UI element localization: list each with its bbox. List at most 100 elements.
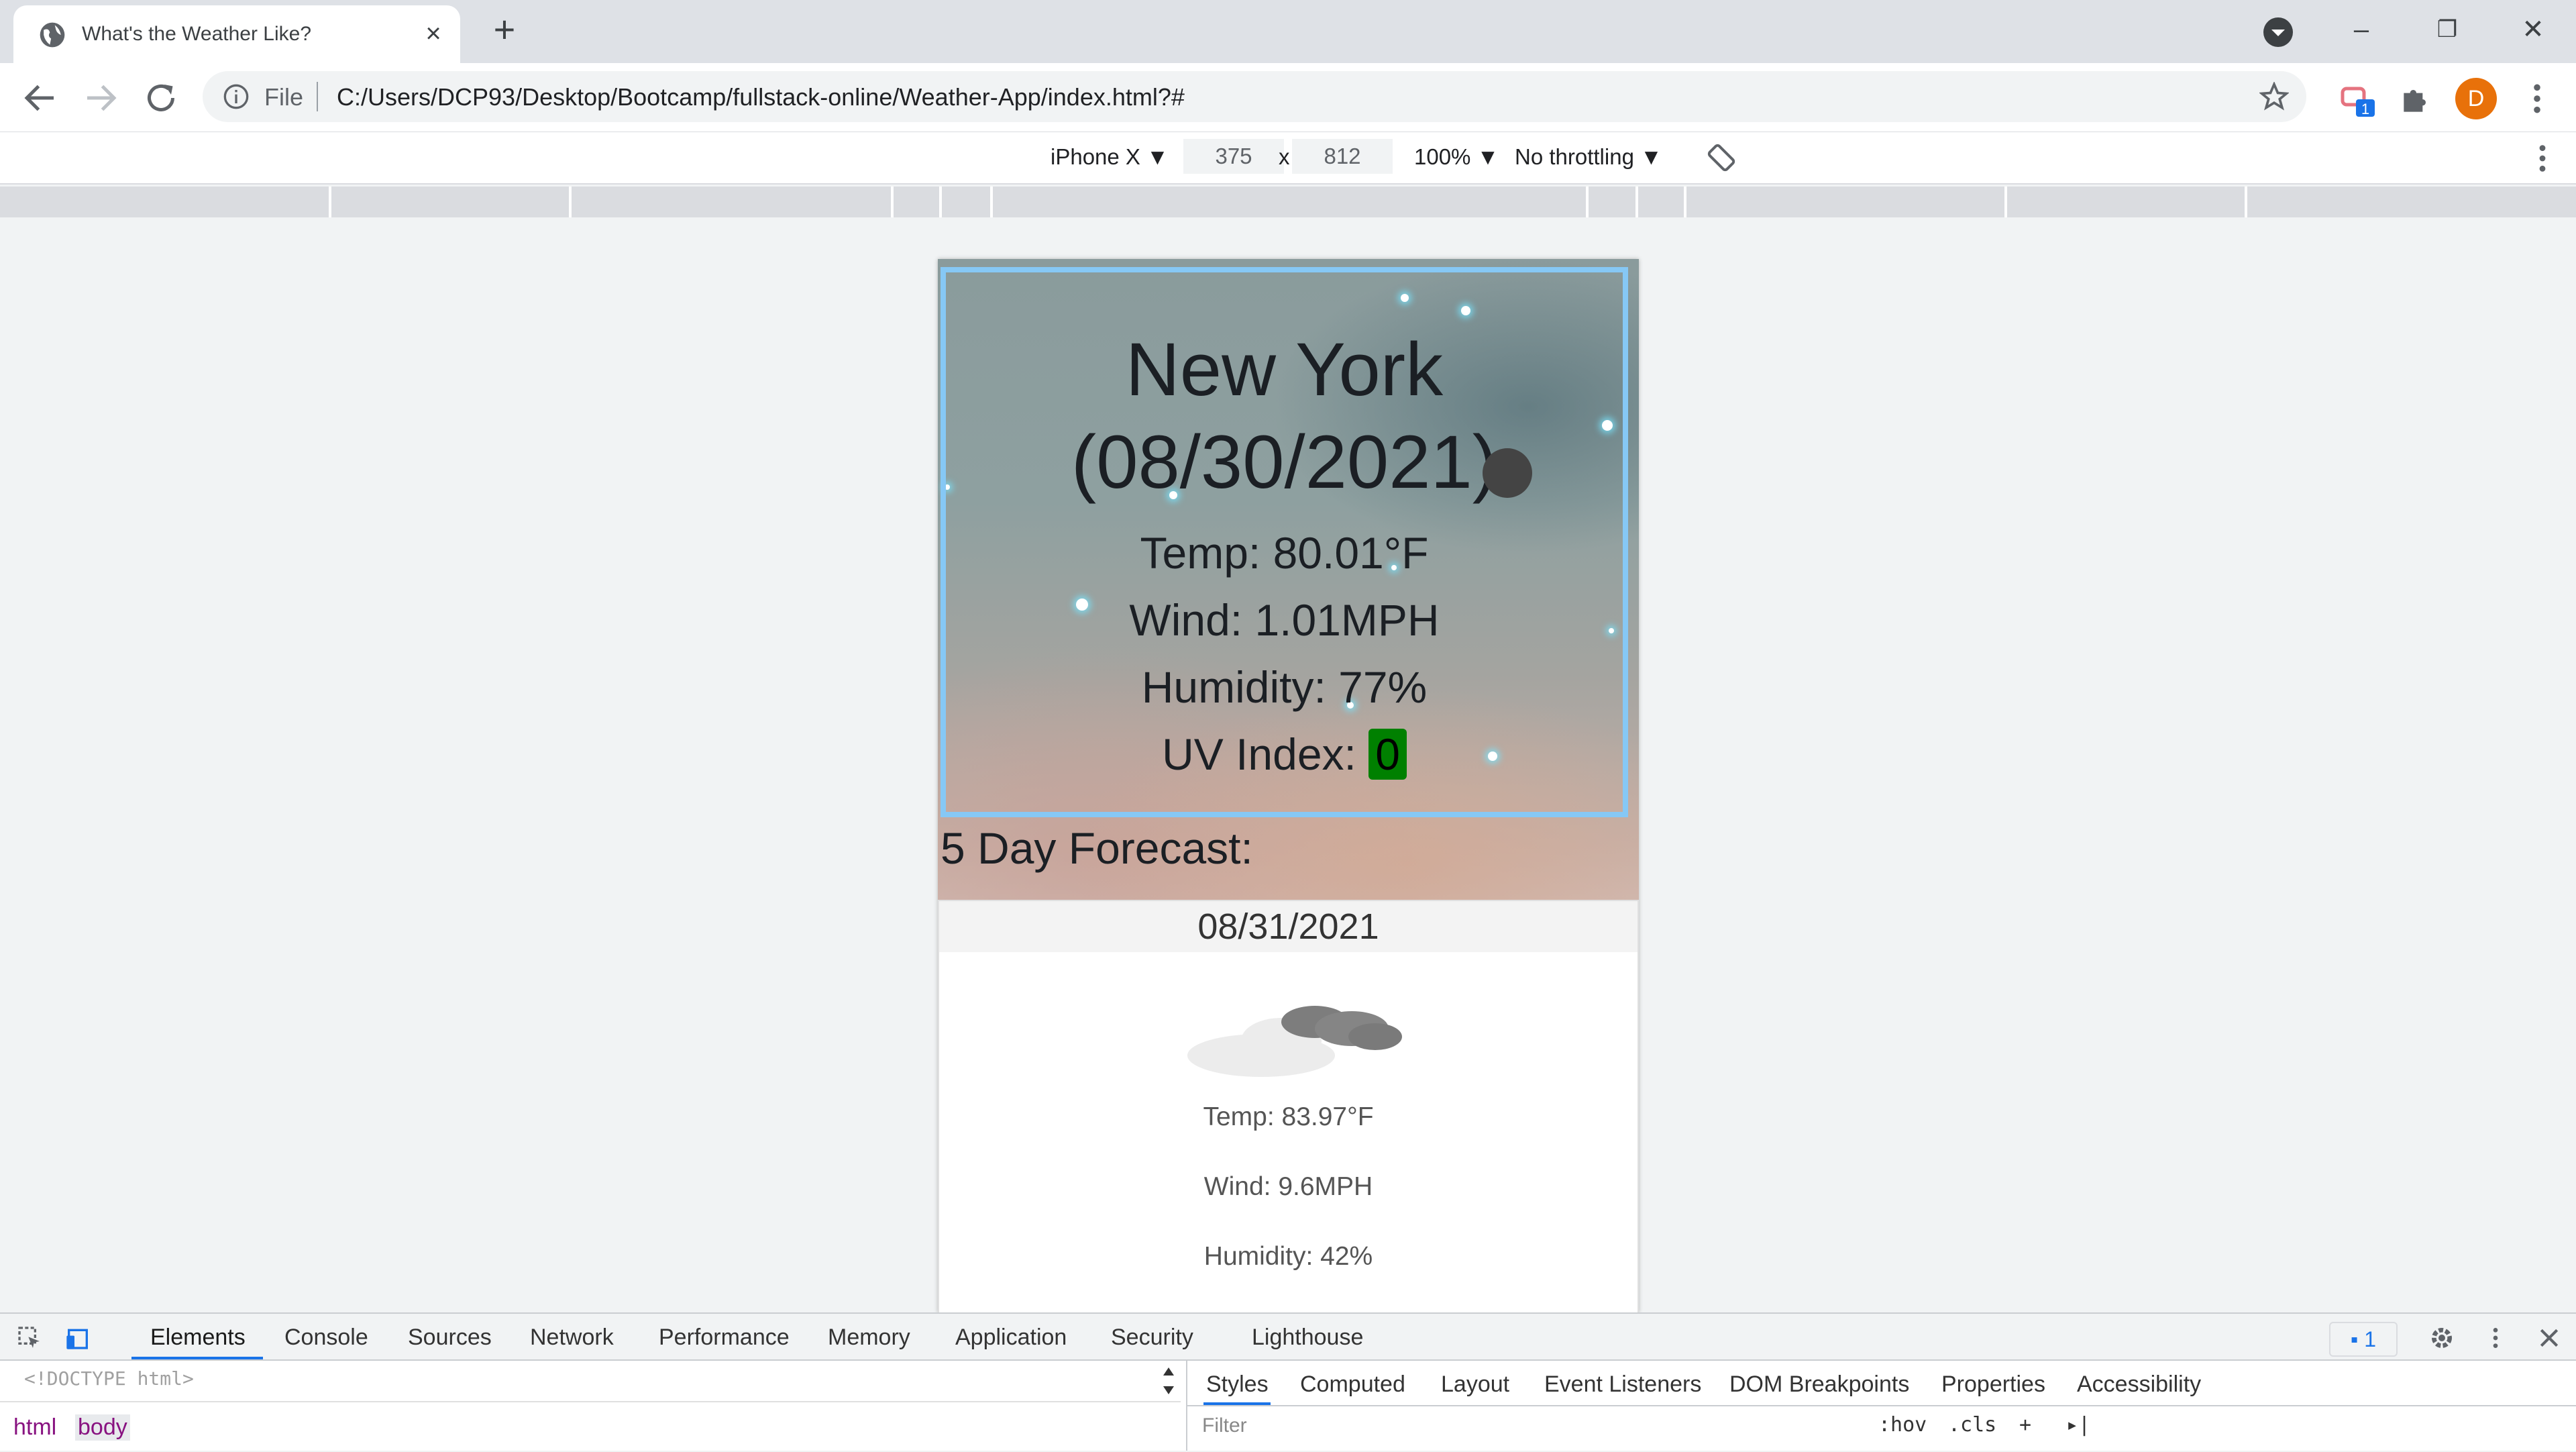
devtools-tab-console[interactable]: Console [284, 1325, 368, 1351]
toggle-sidebar-icon[interactable]: ▸| [2066, 1413, 2090, 1437]
uv-index-row: UV Index: 0 [946, 729, 1623, 780]
breadcrumb: html body [0, 1401, 1181, 1452]
settings-gear-icon[interactable] [2428, 1325, 2455, 1351]
subtab-styles[interactable]: Styles [1206, 1371, 1269, 1398]
dimension-separator: x [1279, 144, 1290, 169]
divider [317, 82, 318, 111]
city-name: New York [1125, 327, 1444, 411]
minimize-icon[interactable]: – [2334, 9, 2388, 50]
subtab-event-listeners[interactable]: Event Listeners [1544, 1371, 1701, 1398]
cls-toggle[interactable]: .cls [1948, 1413, 1996, 1437]
close-tab-icon[interactable]: × [419, 19, 448, 48]
forward-icon[interactable] [80, 78, 121, 118]
media-segment [2004, 187, 2007, 217]
uv-index-label: UV Index: [1162, 729, 1369, 779]
forecast-wind: Wind: 9.6MPH [1203, 1172, 1373, 1201]
moon-icon [1483, 448, 1532, 498]
forecast-heading: 5 Day Forecast: [941, 823, 1253, 873]
rotate-icon[interactable] [1705, 142, 1737, 174]
forecast-date: 08/31/2021 [939, 901, 1638, 952]
forecast-humidity: Humidity: 42% [1203, 1242, 1373, 1271]
address-bar[interactable]: File C:/Users/DCP93/Desktop/Bootcamp/ful… [203, 71, 2306, 122]
devtools-tab-network[interactable]: Network [530, 1325, 614, 1351]
close-window-icon[interactable]: ✕ [2506, 9, 2560, 50]
doctype-line[interactable]: <!DOCTYPE html> [24, 1367, 194, 1390]
subtab-computed[interactable]: Computed [1300, 1371, 1405, 1398]
issues-count: 1 [2364, 1327, 2377, 1351]
subtab-accessibility[interactable]: Accessibility [2077, 1371, 2201, 1398]
current-humidity: Humidity: 77% [1141, 662, 1428, 712]
cloud-icon [1187, 1006, 1402, 1077]
uv-index-badge: 0 [1368, 729, 1407, 780]
device-toggle-icon[interactable] [64, 1325, 91, 1351]
styles-tab-bar: Styles Computed Layout Event Listeners D… [1187, 1359, 2576, 1406]
devtools-menu-icon[interactable] [2482, 1325, 2509, 1351]
emulated-viewport: New York (08/30/2021) Temp: 80.01°F Wind… [0, 219, 2576, 1312]
subtab-properties[interactable]: Properties [1941, 1371, 2045, 1398]
media-query-bar[interactable] [0, 187, 2576, 217]
devtools-tab-application[interactable]: Application [955, 1325, 1067, 1351]
subtab-dom-breakpoints[interactable]: DOM Breakpoints [1729, 1371, 1909, 1398]
file-label: File [264, 83, 304, 111]
current-wind: Wind: 1.01MPH [1129, 595, 1440, 645]
devtools-tab-memory[interactable]: Memory [828, 1325, 910, 1351]
media-segment [891, 187, 894, 217]
devtools-tab-elements[interactable]: Elements [150, 1325, 246, 1351]
new-tab-button[interactable]: + [486, 11, 523, 50]
back-icon[interactable] [20, 78, 60, 118]
puzzle-icon[interactable] [2398, 81, 2435, 118]
tab-strip: What's the Weather Like? × + – ❐ ✕ [0, 0, 2576, 63]
current-temp: Temp: 80.01°F [1140, 528, 1429, 578]
globe-icon [40, 22, 65, 48]
extension-badge-icon[interactable]: 1 [2340, 81, 2377, 118]
menu-dots-icon[interactable] [2524, 82, 2551, 115]
active-subtab-indicator [1203, 1402, 1271, 1405]
tab-title: What's the Weather Like? [82, 23, 312, 45]
media-segment [990, 187, 993, 217]
breadcrumb-body[interactable]: body [75, 1414, 130, 1441]
reload-icon[interactable] [141, 78, 181, 118]
media-segment [329, 187, 331, 217]
active-tab-indicator [131, 1357, 263, 1359]
current-weather-card: New York (08/30/2021) Temp: 80.01°F Wind… [941, 267, 1628, 817]
add-rule-icon[interactable]: + [2019, 1413, 2031, 1437]
issues-icon: ▪ [2350, 1327, 2365, 1351]
profile-avatar[interactable]: D [2455, 78, 2497, 119]
scroll-arrows-icon[interactable] [1161, 1362, 1177, 1400]
inspect-element-icon[interactable] [16, 1325, 43, 1351]
device-toolbar: iPhone X ▼ 375 x 812 100% ▼ No throttlin… [0, 132, 2576, 185]
zoom-select[interactable]: 100% ▼ [1414, 144, 1499, 170]
device-height-input[interactable]: 812 [1292, 139, 1393, 174]
devtools-tab-lighthouse[interactable]: Lighthouse [1252, 1325, 1363, 1351]
url-text[interactable]: C:/Users/DCP93/Desktop/Bootcamp/fullstac… [337, 83, 1185, 111]
devtools-panel: Elements Console Sources Network Perform… [0, 1312, 2576, 1451]
device-select[interactable]: iPhone X ▼ [1051, 144, 1169, 170]
devtools-tab-security[interactable]: Security [1111, 1325, 1193, 1351]
browser-tab[interactable]: What's the Weather Like? × [13, 5, 460, 63]
media-segment [2245, 187, 2247, 217]
breadcrumb-html[interactable]: html [11, 1414, 59, 1441]
tab-search-icon[interactable] [2262, 16, 2294, 48]
media-segment [569, 187, 572, 217]
devtools-tab-bar: Elements Console Sources Network Perform… [0, 1314, 2576, 1361]
hov-toggle[interactable]: :hov [1878, 1413, 1927, 1437]
close-devtools-icon[interactable] [2536, 1325, 2563, 1351]
info-icon[interactable] [223, 83, 250, 110]
issues-badge[interactable]: ▪ 1 [2329, 1322, 2398, 1357]
forecast-temp: Temp: 83.97°F [1203, 1102, 1374, 1131]
media-segment [1586, 187, 1589, 217]
restore-icon[interactable]: ❐ [2420, 9, 2474, 50]
device-more-icon[interactable] [2529, 143, 2556, 174]
throttling-select[interactable]: No throttling ▼ [1515, 144, 1662, 170]
styles-filter-input[interactable]: Filter [1202, 1414, 1247, 1437]
extension-badge-count: 1 [2361, 101, 2369, 117]
media-segment [1684, 187, 1686, 217]
forecast-card: 08/31/2021 Temp: 83.97°F Wind: 9.6MPH Hu… [938, 900, 1639, 1312]
devtools-tab-performance[interactable]: Performance [659, 1325, 790, 1351]
device-width-input[interactable]: 375 [1183, 139, 1284, 174]
browser-toolbar: File C:/Users/DCP93/Desktop/Bootcamp/ful… [0, 63, 2576, 132]
devtools-tab-sources[interactable]: Sources [408, 1325, 492, 1351]
bookmark-star-icon[interactable] [2259, 82, 2289, 111]
subtab-layout[interactable]: Layout [1441, 1371, 1509, 1398]
media-segment [1635, 187, 1638, 217]
